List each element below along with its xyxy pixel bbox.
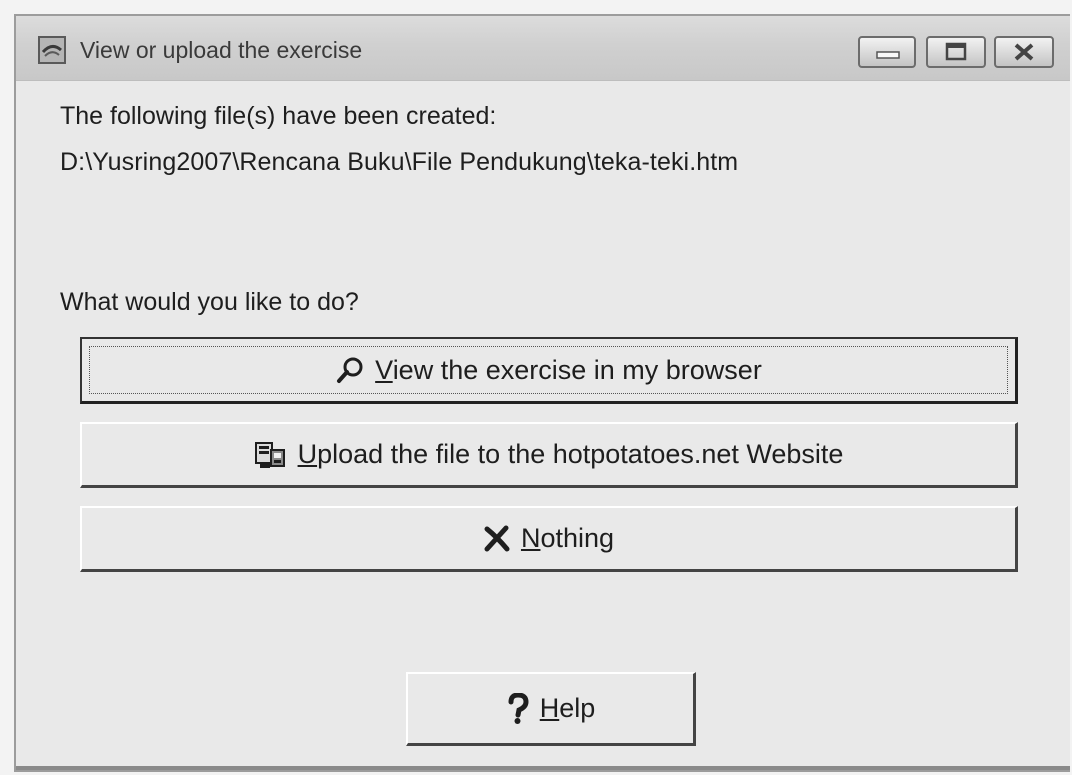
dialog-window: View or upload the exercise The followin… — [14, 14, 1070, 772]
created-files-label: The following file(s) have been created: — [60, 102, 497, 130]
title-bar[interactable]: View or upload the exercise — [16, 16, 1070, 81]
window-title: View or upload the exercise — [80, 37, 363, 63]
view-button-label: View the exercise in my browser — [375, 354, 762, 385]
nothing-button-label: Nothing — [520, 523, 615, 553]
upload-icon — [254, 440, 288, 470]
maximize-button[interactable] — [926, 36, 986, 68]
upload-file-button[interactable]: Upload the file to the hotpotatoes.net W… — [80, 422, 1018, 488]
minimize-icon — [876, 51, 900, 59]
close-icon — [1014, 43, 1034, 61]
upload-button-label: Upload the file to the hotpotatoes.net W… — [297, 439, 844, 469]
help-button-label: Help — [539, 693, 596, 723]
action-prompt: What would you like to do? — [60, 288, 359, 316]
magnifier-icon — [335, 355, 365, 385]
file-path: D:\Yusring2007\Rencana Buku\File Penduku… — [60, 148, 739, 176]
view-in-browser-button[interactable]: View the exercise in my browser — [80, 337, 1018, 404]
maximize-icon — [945, 42, 967, 61]
cross-icon — [483, 525, 511, 553]
window-bottom-edge — [16, 766, 1070, 770]
app-icon[interactable] — [38, 36, 66, 64]
close-button[interactable] — [994, 36, 1054, 68]
question-mark-icon — [506, 691, 530, 725]
minimize-button[interactable] — [858, 36, 916, 68]
help-button[interactable]: Help — [406, 672, 696, 746]
nothing-button[interactable]: Nothing — [80, 506, 1018, 572]
